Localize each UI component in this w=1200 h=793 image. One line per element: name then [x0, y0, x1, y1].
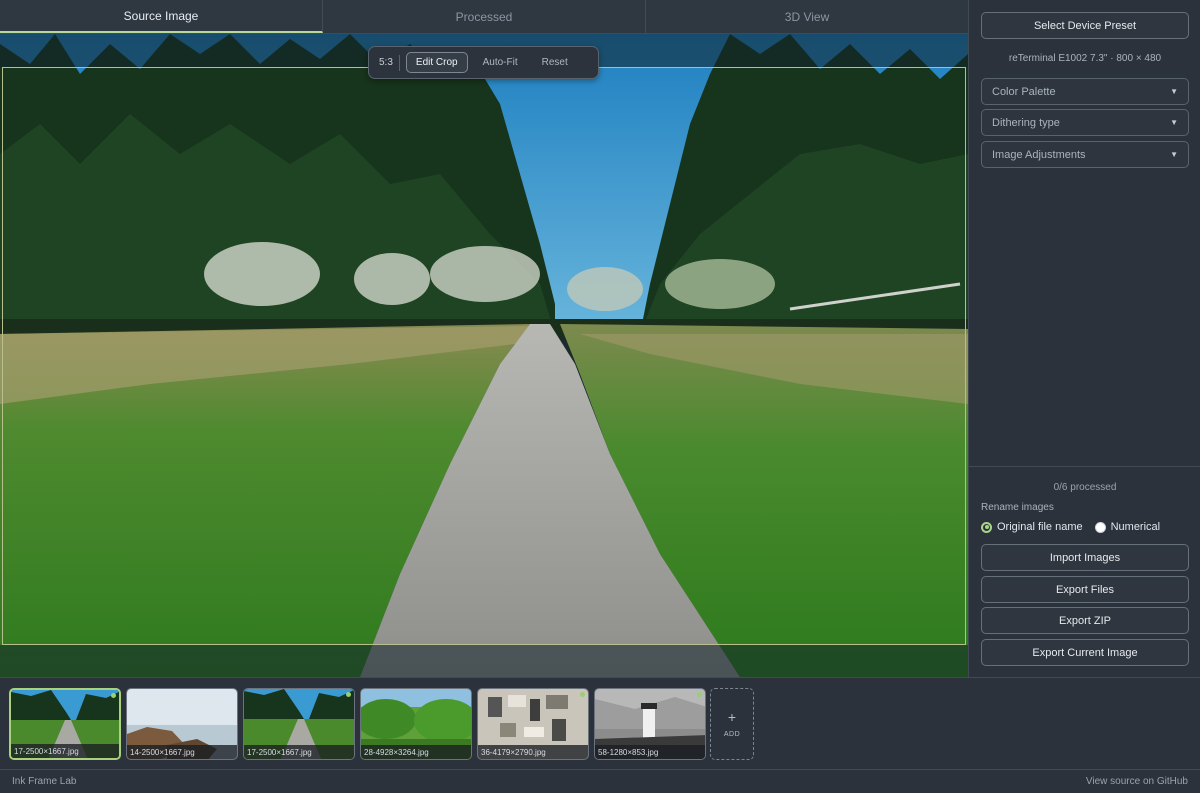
device-info: reTerminal E1002 7.3" · 800 × 480 [1008, 53, 1162, 64]
app-name: Ink Frame Lab [12, 776, 77, 787]
settings-panel: Select Device Preset reTerminal E1002 7.… [968, 0, 1200, 677]
tab-processed[interactable]: Processed [323, 0, 646, 33]
radio-label: Numerical [1110, 521, 1161, 533]
thumbnail-6[interactable]: 58-1280×853.jpg [594, 688, 706, 760]
aspect-ratio-label: 5:3 [375, 54, 400, 71]
view-tabs: Source Image Processed 3D View [0, 0, 968, 34]
thumbnail-caption: 28-4928×3264.jpg [361, 745, 471, 759]
thumbnail-1[interactable]: 17-2500×1667.jpg [9, 688, 121, 760]
thumbnail-5[interactable]: 36-4179×2790.jpg [477, 688, 589, 760]
thumbnail-caption: 14-2500×1667.jpg [127, 745, 237, 759]
add-image-button[interactable]: + ADD [710, 688, 754, 760]
export-current-image-button[interactable]: Export Current Image [981, 639, 1189, 666]
radio-unchecked-icon [1094, 521, 1106, 533]
crop-toolbar: 5:3 Edit Crop Auto-Fit Reset [368, 46, 599, 79]
numerical-radio[interactable]: Numerical [1094, 521, 1161, 533]
dropdown-label: Image Adjustments [992, 148, 1086, 161]
plus-icon: + [727, 708, 737, 725]
processed-status: 0/6 processed [1053, 482, 1117, 493]
triangle-down-icon: ▼ [1170, 87, 1178, 96]
image-canvas[interactable]: 5:3 Edit Crop Auto-Fit Reset [0, 34, 968, 677]
color-palette-dropdown[interactable]: Color Palette ▼ [981, 78, 1189, 105]
radio-checked-icon [981, 521, 992, 533]
panel-divider [969, 466, 1200, 467]
select-device-preset-button[interactable]: Select Device Preset [981, 12, 1189, 39]
thumbnail-caption: 58-1280×853.jpg [595, 745, 705, 759]
thumbnail-2[interactable]: 14-2500×1667.jpg [126, 688, 238, 760]
processed-dot [346, 692, 351, 697]
original-file-name-radio[interactable]: Original file name [981, 521, 1083, 533]
add-label: ADD [723, 730, 741, 738]
thumbnail-caption: 17-2500×1667.jpg [244, 745, 354, 759]
thumbnail-4[interactable]: 28-4928×3264.jpg [360, 688, 472, 760]
import-images-button[interactable]: Import Images [981, 544, 1189, 571]
source-image [0, 34, 968, 677]
image-filmstrip: 17-2500×1667.jpg 14-2500×1667.jpg 17-250… [0, 677, 1200, 769]
thumbnail-3[interactable]: 17-2500×1667.jpg [243, 688, 355, 760]
dithering-type-dropdown[interactable]: Dithering type ▼ [981, 109, 1189, 136]
reset-button[interactable]: Reset [533, 53, 577, 72]
image-adjustments-dropdown[interactable]: Image Adjustments ▼ [981, 141, 1189, 168]
export-zip-button[interactable]: Export ZIP [981, 607, 1189, 634]
tab-3d-view[interactable]: 3D View [646, 0, 968, 33]
dropdown-label: Dithering type [992, 116, 1060, 129]
processed-dot [111, 693, 116, 698]
github-source-link[interactable]: View source on GitHub [1086, 776, 1188, 787]
triangle-down-icon: ▼ [1170, 150, 1178, 159]
rename-options: Original file name Numerical [981, 521, 1160, 533]
radio-label: Original file name [997, 521, 1083, 533]
auto-fit-button[interactable]: Auto-Fit [474, 53, 527, 72]
footer: Ink Frame Lab View source on GitHub [0, 769, 1200, 793]
triangle-down-icon: ▼ [1170, 118, 1178, 127]
processed-dot [697, 692, 702, 697]
processed-dot [580, 692, 585, 697]
thumbnail-caption: 36-4179×2790.jpg [478, 745, 588, 759]
rename-images-label: Rename images [981, 502, 1054, 513]
tab-source-image[interactable]: Source Image [0, 0, 323, 33]
export-files-button[interactable]: Export Files [981, 576, 1189, 603]
thumbnail-caption: 17-2500×1667.jpg [11, 744, 119, 758]
dropdown-label: Color Palette [992, 85, 1056, 98]
edit-crop-button[interactable]: Edit Crop [405, 52, 468, 73]
